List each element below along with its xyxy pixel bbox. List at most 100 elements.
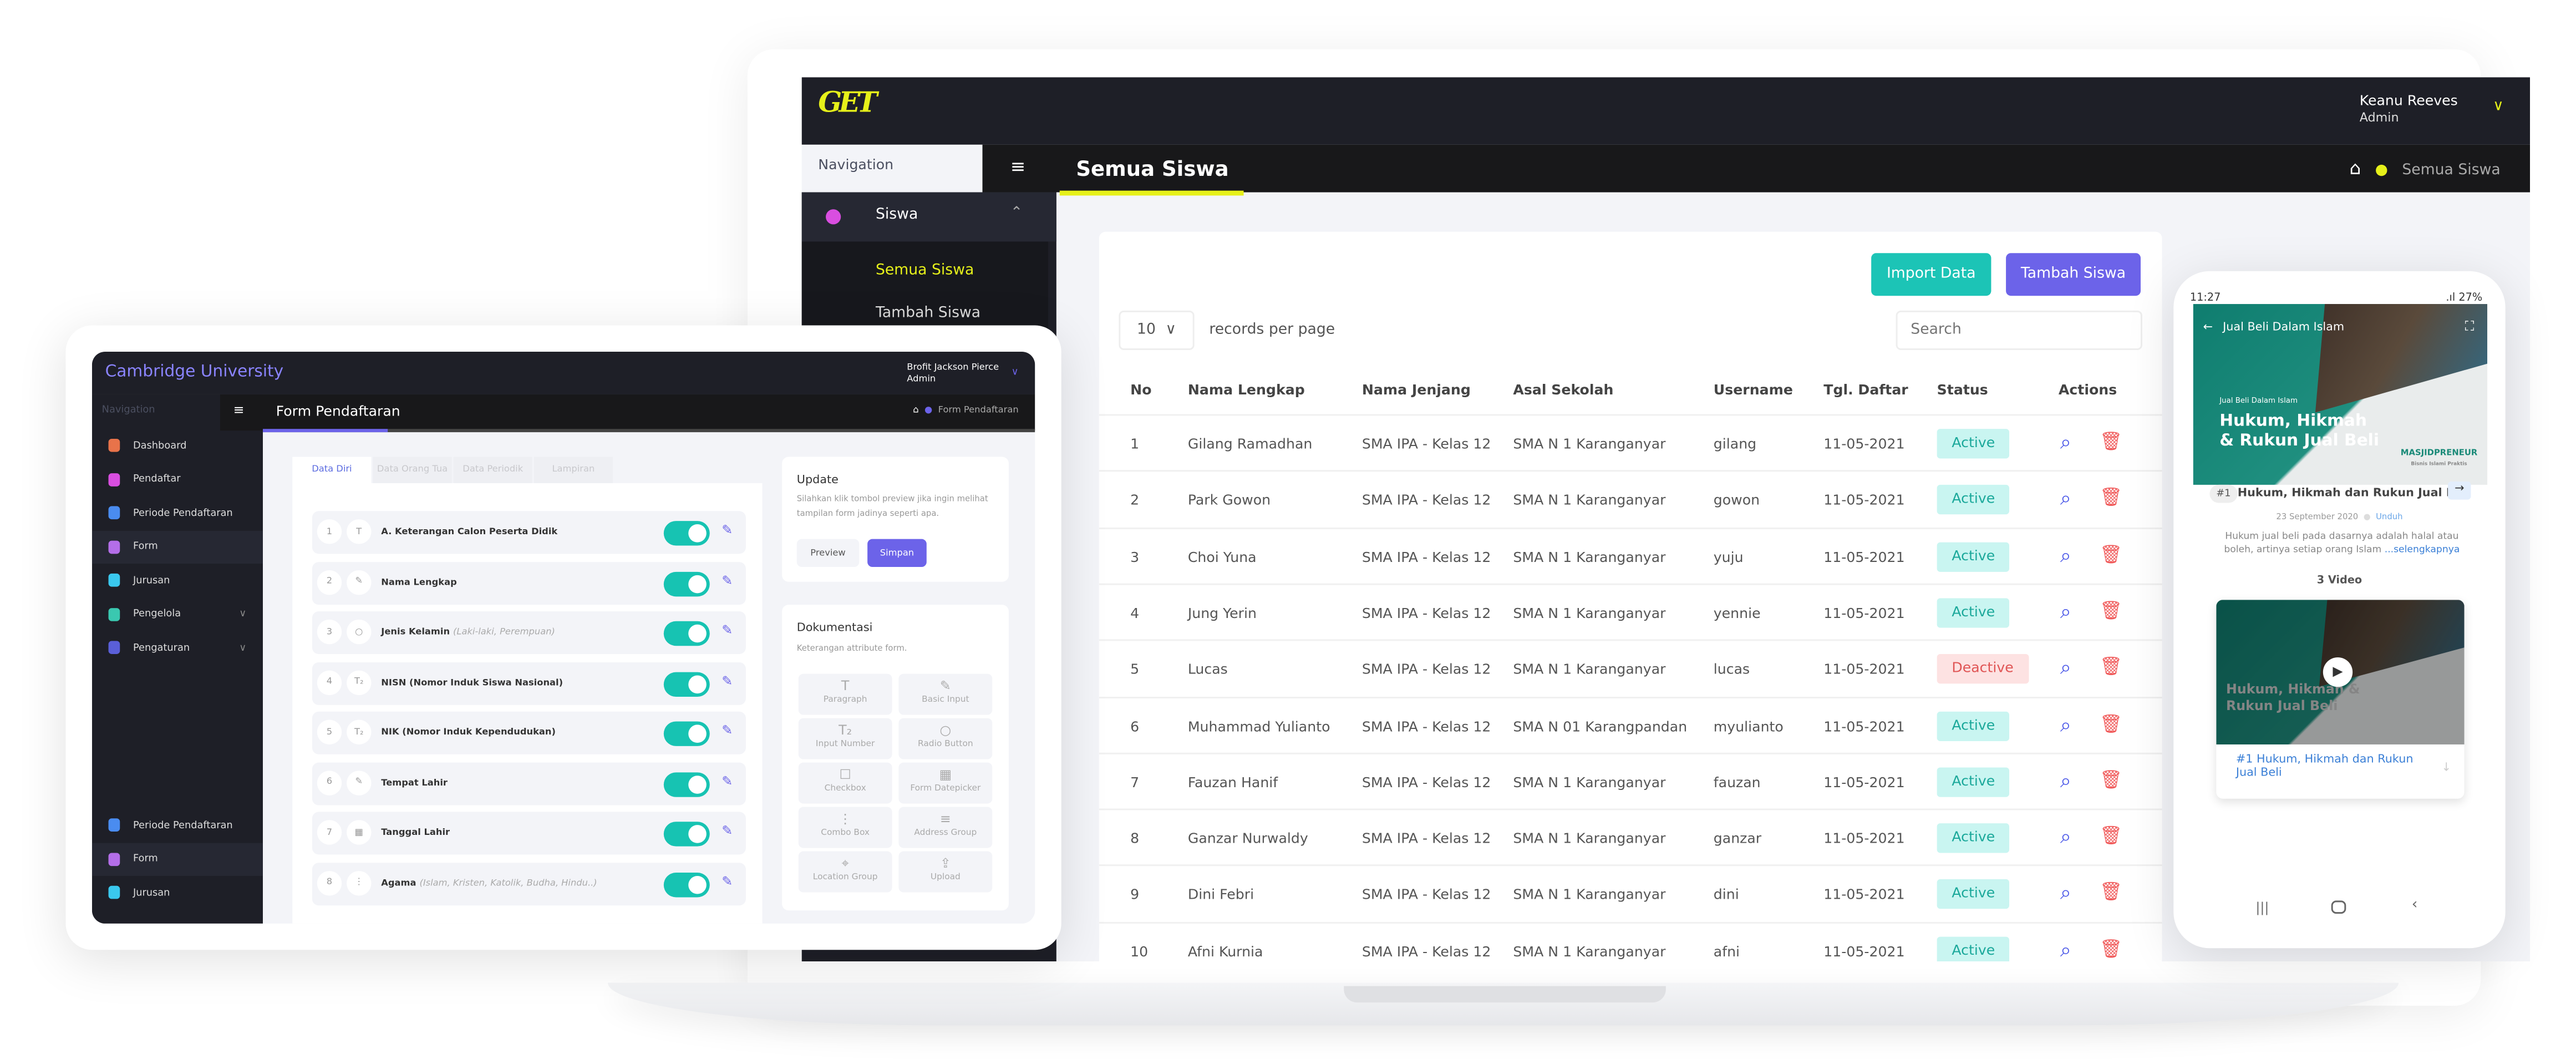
edit-icon[interactable]: ✎ xyxy=(722,723,733,738)
sidebar-item[interactable]: Dashboard xyxy=(92,429,263,462)
recent-apps-icon[interactable]: ||| xyxy=(2255,900,2269,915)
chevron-down-icon[interactable]: ∨ xyxy=(1012,367,1019,378)
column-header[interactable]: Actions xyxy=(2059,383,2117,399)
view-icon[interactable]: ⌕ xyxy=(2060,430,2071,455)
edit-icon[interactable]: ✎ xyxy=(722,572,733,587)
menu-icon[interactable]: ≡ xyxy=(233,403,245,418)
tab-data-orang-tua[interactable]: Data Orang Tua xyxy=(373,457,452,483)
column-header[interactable]: No xyxy=(1130,383,1151,399)
field-toggle[interactable] xyxy=(663,521,710,546)
save-button[interactable]: Simpan xyxy=(867,539,927,568)
field-toggle[interactable] xyxy=(663,621,710,646)
download-link[interactable]: Unduh xyxy=(2376,513,2402,523)
chevron-down-icon[interactable]: ∨ xyxy=(2493,99,2504,115)
tab-data-periodik[interactable]: Data Periodik xyxy=(453,457,532,483)
delete-icon[interactable]: 🗑 xyxy=(2100,487,2122,509)
view-icon[interactable]: ⌕ xyxy=(2060,600,2071,624)
column-header[interactable]: Status xyxy=(1937,383,1988,399)
view-icon[interactable]: ⌕ xyxy=(2060,543,2071,568)
home-icon[interactable]: ⌂ xyxy=(2349,158,2361,179)
doc-item[interactable]: ⋮ Combo Box xyxy=(798,807,892,848)
view-icon[interactable]: ⌕ xyxy=(2060,769,2071,793)
edit-icon[interactable]: ✎ xyxy=(722,773,733,788)
user-menu[interactable]: Keanu Reeves Admin xyxy=(2360,94,2458,126)
doc-item[interactable]: T₂ Input Number xyxy=(798,718,892,759)
fullscreen-icon[interactable]: ⛶ xyxy=(2465,319,2475,336)
delete-icon[interactable]: 🗑 xyxy=(2100,712,2122,734)
per-page-select[interactable]: 10 ∨ xyxy=(1119,310,1195,350)
field-toggle[interactable] xyxy=(663,671,710,696)
search-input[interactable] xyxy=(1896,310,2142,350)
sidebar-item[interactable]: Pengelola ∨ xyxy=(92,597,263,630)
sidebar-item[interactable]: Form xyxy=(92,530,263,563)
import-data-button[interactable]: Import Data xyxy=(1871,253,1991,296)
delete-icon[interactable]: 🗑 xyxy=(2100,881,2122,903)
sidebar-item[interactable]: Periode Pendaftaran xyxy=(92,809,263,842)
tab-data-diri[interactable]: Data Diri xyxy=(292,457,372,483)
home-icon[interactable]: ⌂ xyxy=(913,406,918,416)
doc-item[interactable]: ⌖ Location Group xyxy=(798,851,892,893)
edit-icon[interactable]: ✎ xyxy=(722,823,733,838)
delete-icon[interactable]: 🗑 xyxy=(2100,543,2122,565)
field-toggle[interactable] xyxy=(663,771,710,797)
edit-icon[interactable]: ✎ xyxy=(722,623,733,638)
sidebar-item[interactable]: Jurusan xyxy=(92,564,263,596)
add-student-button[interactable]: Tambah Siswa xyxy=(2006,253,2141,296)
edit-icon[interactable]: ✎ xyxy=(722,874,733,889)
delete-icon[interactable]: 🗑 xyxy=(2100,938,2122,960)
download-icon[interactable]: ↓ xyxy=(2441,761,2451,774)
preview-button[interactable]: Preview xyxy=(796,539,860,568)
view-icon[interactable]: ⌕ xyxy=(2060,487,2071,511)
view-icon[interactable]: ⌕ xyxy=(2060,881,2071,906)
delete-icon[interactable]: 🗑 xyxy=(2100,825,2122,847)
field-toggle[interactable] xyxy=(663,571,710,596)
menu-icon xyxy=(108,438,120,452)
field-toggle[interactable] xyxy=(663,872,710,896)
delete-icon[interactable]: 🗑 xyxy=(2100,656,2122,678)
arrow-right-icon[interactable]: → xyxy=(2447,481,2471,500)
doc-item[interactable]: ✎ Basic Input xyxy=(898,673,993,715)
column-header[interactable]: Nama Lengkap xyxy=(1188,383,1305,399)
sidebar-item[interactable]: Jurusan xyxy=(92,876,263,909)
doc-item[interactable]: ▦ Form Datepicker xyxy=(898,762,993,804)
back-icon[interactable]: ← xyxy=(2203,321,2213,334)
delete-icon[interactable]: 🗑 xyxy=(2100,430,2122,452)
column-header[interactable]: Nama Jenjang xyxy=(1362,383,1471,399)
field-toggle[interactable] xyxy=(663,822,710,847)
column-header[interactable]: Tgl. Daftar xyxy=(1823,383,1908,399)
delete-icon[interactable]: 🗑 xyxy=(2100,600,2122,621)
view-icon[interactable]: ⌕ xyxy=(2060,656,2071,681)
doc-item[interactable]: ⇪ Upload xyxy=(898,851,993,893)
field-number: 8 xyxy=(317,870,342,895)
tab-lampiran[interactable]: Lampiran xyxy=(534,457,613,483)
doc-item[interactable]: ○ Radio Button xyxy=(898,718,993,759)
view-icon[interactable]: ⌕ xyxy=(2060,938,2071,961)
edit-icon[interactable]: ✎ xyxy=(722,523,733,538)
menu-icon[interactable]: ≡ xyxy=(1010,156,1025,178)
edit-icon[interactable]: ✎ xyxy=(722,673,733,688)
sidebar-item-siswa[interactable]: ● Siswa ⌃ xyxy=(801,192,1056,242)
view-icon[interactable]: ⌕ xyxy=(2060,825,2071,849)
video-card[interactable]: Hukum, Hikmah & Rukun Jual Beli ▶ #1 Huk… xyxy=(2216,600,2465,799)
column-header[interactable]: Username xyxy=(1714,383,1793,399)
view-icon[interactable]: ⌕ xyxy=(2060,712,2071,737)
column-header[interactable]: Asal Sekolah xyxy=(1513,383,1613,399)
doc-item[interactable]: T Paragraph xyxy=(798,673,892,715)
status-badge: Active xyxy=(1937,597,2010,628)
read-more-link[interactable]: ...selengkapnya xyxy=(2385,546,2460,556)
video-banner[interactable]: ← Jual Beli Dalam Islam ⛶ Jual Beli Dala… xyxy=(2193,304,2488,485)
sidebar-item[interactable]: Periode Pendaftaran xyxy=(92,496,263,529)
delete-icon[interactable]: 🗑 xyxy=(2100,769,2122,791)
back-button-icon[interactable]: ‹ xyxy=(2412,897,2418,914)
sidebar-item-semua-siswa[interactable]: Semua Siswa xyxy=(876,263,974,280)
home-button-icon[interactable] xyxy=(2331,900,2346,914)
sidebar-item[interactable]: Form xyxy=(92,842,263,875)
sidebar-item-tambah-siswa[interactable]: Tambah Siswa xyxy=(876,306,980,322)
user-menu[interactable]: Brofit Jackson Pierce Admin xyxy=(907,363,999,386)
sidebar-item[interactable]: Pengaturan ∨ xyxy=(92,631,263,664)
field-toggle[interactable] xyxy=(663,721,710,746)
sidebar-item[interactable]: Pendaftar xyxy=(92,463,263,495)
doc-item[interactable]: ≡ Address Group xyxy=(898,807,993,848)
play-icon[interactable]: ▶ xyxy=(2323,657,2353,687)
doc-item[interactable]: ☐ Checkbox xyxy=(798,762,892,804)
